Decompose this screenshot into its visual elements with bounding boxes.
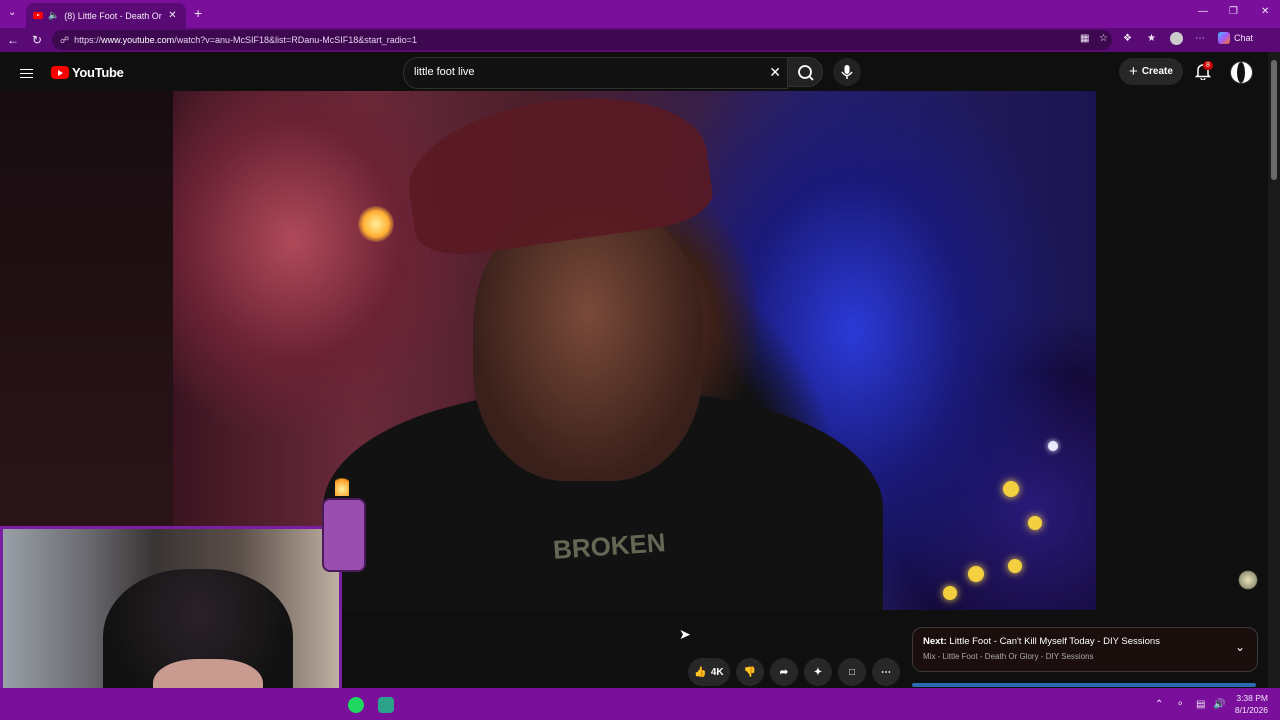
dynamite-body xyxy=(322,498,366,572)
create-button[interactable]: + Create xyxy=(1119,58,1183,85)
playlist-panel-edge xyxy=(912,683,1256,687)
bokeh-light xyxy=(1028,516,1042,530)
youtube-logo-text: YouTube xyxy=(72,65,124,80)
search-icon xyxy=(798,65,814,81)
thumbs-down-icon: 👎 xyxy=(743,666,757,678)
extensions-icon[interactable]: ❖ xyxy=(1123,33,1132,44)
up-next-title-line: Next: Little Foot - Can't Kill Myself To… xyxy=(923,636,1160,647)
voice-search-button[interactable] xyxy=(833,58,861,86)
url-host: www.youtube.com xyxy=(101,35,175,45)
more-actions-button[interactable]: ⋯ xyxy=(872,658,900,686)
background-lamp xyxy=(358,206,394,242)
site-info-icon[interactable]: ☍ xyxy=(60,35,69,46)
close-tab-icon[interactable]: ✕ xyxy=(168,10,176,21)
video-actions: 👍 4K 👎 ➦ ✦ □ ⋯ xyxy=(688,658,900,686)
bookmark-icon: □ xyxy=(848,666,856,678)
profile-icon[interactable] xyxy=(1170,32,1183,45)
chat-label: Chat xyxy=(1234,33,1254,43)
menu-icon[interactable] xyxy=(20,66,33,81)
notification-badge: 8 xyxy=(1203,61,1213,70)
dynamite-sticker xyxy=(318,470,366,574)
clock-date: 8/1/2026 xyxy=(1234,705,1268,715)
bokeh-light xyxy=(943,586,957,600)
save-button[interactable]: □ xyxy=(838,658,866,686)
like-button[interactable]: 👍 4K xyxy=(688,658,730,686)
microphone-icon xyxy=(841,65,853,79)
mouse-cursor: ➤ xyxy=(679,626,691,642)
fuse-flame xyxy=(335,474,349,496)
speaker-icon[interactable]: 🔈 xyxy=(48,10,59,21)
tab-actions-chevron-icon[interactable]: ⌄ xyxy=(8,7,16,18)
back-icon[interactable]: ← xyxy=(7,33,19,47)
windows-taskbar xyxy=(0,688,1280,720)
youtube-logo[interactable]: YouTube xyxy=(51,65,124,80)
up-next-title: Little Foot - Can't Kill Myself Today - … xyxy=(949,636,1160,647)
bokeh-light xyxy=(968,566,984,582)
browser-tab-bar xyxy=(0,0,1280,28)
like-count: 4K xyxy=(710,666,724,678)
app-available-icon[interactable]: ▦ xyxy=(1080,33,1089,44)
tray-overflow-icon[interactable]: ⌃ xyxy=(1155,699,1163,710)
bokeh-light xyxy=(1003,481,1019,497)
dislike-button[interactable]: 👎 xyxy=(736,658,764,686)
browser-tab-youtube[interactable]: 🔈 (8) Little Foot - Death Or Glor ✕ xyxy=(26,3,186,28)
new-tab-button[interactable]: + xyxy=(194,5,202,21)
address-bar[interactable]: ☍ https://www.youtube.com/watch?v=anu-Mc… xyxy=(52,30,1112,50)
youtube-favicon-icon xyxy=(33,12,43,19)
more-horizontal-icon: ⋯ xyxy=(881,666,891,678)
sparkle-icon: ✦ xyxy=(813,666,823,678)
search-input[interactable]: little foot live ✕ xyxy=(403,57,788,89)
spotify-icon[interactable] xyxy=(348,697,364,713)
tab-title: (8) Little Foot - Death Or Glor xyxy=(64,10,164,21)
up-next-card[interactable]: Next: Little Foot - Can't Kill Myself To… xyxy=(912,627,1258,672)
url-prefix: https:// xyxy=(74,35,102,45)
system-clock[interactable]: 3:38 PM 8/1/2026 xyxy=(1232,692,1268,716)
refresh-icon[interactable]: ↻ xyxy=(32,33,42,47)
account-avatar[interactable] xyxy=(1230,61,1253,84)
copilot-icon xyxy=(1218,32,1230,44)
network-icon[interactable]: ▤ xyxy=(1196,699,1205,710)
share-icon: ➦ xyxy=(779,666,789,678)
page-scrollbar[interactable] xyxy=(1268,52,1280,688)
ask-button[interactable]: ✦ xyxy=(804,658,832,686)
video-letterbox xyxy=(0,91,173,526)
microphone-tray-icon[interactable]: ⚬ xyxy=(1176,699,1184,710)
scrollbar-thumb[interactable] xyxy=(1271,60,1277,180)
close-window-icon[interactable]: ✕ xyxy=(1261,6,1269,17)
bokeh-light xyxy=(1048,441,1058,451)
clear-search-icon[interactable]: ✕ xyxy=(769,64,781,81)
minimize-icon[interactable]: — xyxy=(1198,6,1208,17)
clock-time: 3:38 PM xyxy=(1236,693,1268,703)
maximize-icon[interactable]: ❐ xyxy=(1229,6,1238,17)
favorite-star-icon[interactable]: ☆ xyxy=(1099,33,1108,44)
search-query: little foot live xyxy=(414,66,475,78)
volume-icon[interactable]: 🔊 xyxy=(1213,699,1225,710)
chevron-down-icon[interactable]: ⌄ xyxy=(1235,640,1245,654)
taskbar-app-icon[interactable] xyxy=(378,697,394,713)
more-options-icon[interactable]: ⋯ xyxy=(1195,33,1205,44)
floating-emoji-icon xyxy=(1238,570,1258,590)
search-button[interactable] xyxy=(787,57,823,87)
copilot-chat-button[interactable]: Chat xyxy=(1218,32,1253,44)
share-button[interactable]: ➦ xyxy=(770,658,798,686)
bokeh-light xyxy=(1008,559,1022,573)
favorites-icon[interactable]: ★ xyxy=(1147,33,1156,44)
plus-icon: + xyxy=(1129,63,1138,80)
create-label: Create xyxy=(1141,66,1173,77)
up-next-prefix: Next: xyxy=(923,636,947,647)
url-path: /watch?v=anu-McSIF18&list=RDanu-McSIF18&… xyxy=(174,35,418,45)
youtube-play-icon xyxy=(51,66,69,79)
up-next-subtitle: Mix - Little Foot - Death Or Glory - DIY… xyxy=(923,652,1094,661)
thumbs-up-icon: 👍 xyxy=(694,666,707,678)
